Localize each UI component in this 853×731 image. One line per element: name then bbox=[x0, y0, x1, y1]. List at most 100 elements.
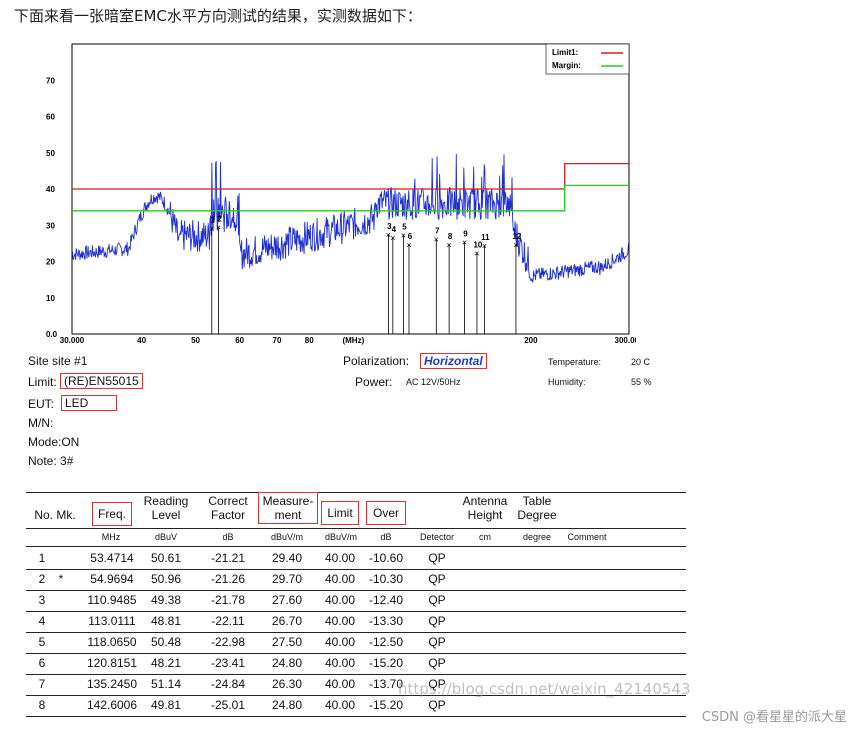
table-row: 2 * 54.9694 50.96 -21.26 29.70 40.00 -10.30 QP bbox=[26, 569, 686, 591]
cell-reading: 49.38 bbox=[150, 593, 182, 607]
marker-label: 4 bbox=[392, 225, 397, 234]
cell-freq: 142.6006 bbox=[86, 698, 138, 712]
marker-label: 8 bbox=[448, 232, 453, 241]
marker-label: 2 bbox=[217, 214, 222, 223]
cell-det: QP bbox=[428, 635, 446, 649]
cell-over: -10.30 bbox=[368, 572, 404, 586]
cell-measure: 29.70 bbox=[271, 572, 303, 586]
marker-cross: × bbox=[513, 240, 518, 250]
temperature-value: 20 C bbox=[631, 357, 651, 367]
cell-measure: 26.30 bbox=[271, 677, 303, 691]
marker-cross: × bbox=[474, 248, 479, 258]
header-rule bbox=[26, 528, 686, 529]
cell-correct: -25.01 bbox=[210, 698, 246, 712]
cell-correct: -24.84 bbox=[210, 677, 246, 691]
unit-label: cm bbox=[479, 532, 491, 542]
cell-correct: -22.11 bbox=[211, 614, 245, 628]
cell-freq: 135.2450 bbox=[86, 677, 138, 691]
marker-label: 12 bbox=[512, 232, 521, 241]
cell-limit: 40.00 bbox=[324, 635, 356, 649]
unit-label: dB bbox=[222, 532, 234, 542]
cell-reading: 51.14 bbox=[150, 677, 182, 691]
cell-det: QP bbox=[428, 572, 446, 586]
eut-value: LED bbox=[61, 395, 117, 411]
legend-label: Limit1: bbox=[552, 48, 578, 57]
limit-label: Limit: bbox=[28, 375, 57, 389]
cell-det: QP bbox=[428, 698, 446, 712]
cell-freq: 53.4714 bbox=[90, 551, 134, 565]
y-tick-label: 30 bbox=[46, 221, 55, 230]
y-tick-label: 40 bbox=[46, 185, 55, 194]
intro-text: 下面来看一张暗室EMC水平方向测试的结果，实测数据如下： bbox=[14, 7, 422, 25]
cell-limit: 40.00 bbox=[324, 551, 356, 565]
cell-reading: 49.81 bbox=[150, 698, 182, 712]
marker-label: 7 bbox=[435, 227, 440, 236]
marker-label: 6 bbox=[408, 232, 413, 241]
table-row: 4 113.0111 48.81 -22.11 26.70 40.00 -13.30 QP bbox=[26, 611, 686, 633]
cell-limit: 40.00 bbox=[324, 593, 356, 607]
unit-label: dB bbox=[380, 532, 392, 542]
cell-limit: 40.00 bbox=[324, 698, 356, 712]
cell-measure: 24.80 bbox=[271, 698, 303, 712]
marker-cross: × bbox=[390, 233, 395, 243]
cell-correct: -21.26 bbox=[210, 572, 246, 586]
unit-label: MHz bbox=[101, 532, 121, 542]
y-tick-label: 60 bbox=[46, 113, 55, 122]
cell-reading: 50.96 bbox=[150, 572, 182, 586]
marker-label: 1 bbox=[211, 215, 216, 224]
header-correct-factor: Correct Factor bbox=[208, 494, 248, 522]
x-tick-label: 60 bbox=[235, 336, 244, 345]
table-top-rule bbox=[26, 492, 686, 493]
cell-correct: -22.98 bbox=[210, 635, 246, 649]
cell-over: -15.20 bbox=[368, 698, 404, 712]
mn-label: M/N: bbox=[28, 416, 54, 430]
cell-freq: 54.9694 bbox=[90, 572, 134, 586]
unit-label: Detector bbox=[419, 532, 454, 542]
eut-label: EUT: bbox=[28, 397, 55, 411]
x-tick-label: 80 bbox=[305, 336, 314, 345]
header-measurement: Measure- ment bbox=[258, 492, 318, 524]
cell-mk: * bbox=[58, 572, 64, 586]
header-limit: Limit bbox=[321, 501, 359, 525]
y-tick-label: 0.0 bbox=[46, 330, 58, 339]
cell-no: 7 bbox=[38, 677, 46, 691]
marker-cross: × bbox=[434, 235, 439, 245]
csdn-credit: CSDN @看星星的派大星 bbox=[701, 710, 847, 725]
units-rule bbox=[26, 546, 686, 547]
cell-measure: 27.60 bbox=[271, 593, 303, 607]
unit-label: degree bbox=[522, 532, 552, 542]
x-tick-label: 30.000 bbox=[60, 336, 85, 345]
x-tick-label: 300.000 bbox=[615, 336, 636, 345]
cell-measure: 29.40 bbox=[271, 551, 303, 565]
cell-limit: 40.00 bbox=[324, 614, 356, 628]
legend-label: Margin: bbox=[552, 61, 581, 70]
cell-reading: 50.61 bbox=[150, 551, 182, 565]
header-antenna-height: Antenna Height bbox=[462, 494, 508, 522]
humidity-value: 55 % bbox=[631, 377, 652, 387]
y-tick-label: 70 bbox=[46, 76, 55, 85]
unit-label: Comment bbox=[567, 532, 607, 542]
emc-chart: × 1 × 2 × 3 × 4 × 5 × 6 × 7 × 8 × 9 × 10 × 11 × 12 0.0 10 20 30 40 5… bbox=[26, 40, 636, 350]
cell-correct: -21.78 bbox=[210, 593, 246, 607]
table-row: 5 118.0650 50.48 -22.98 27.50 40.00 -12.50 QP bbox=[26, 632, 686, 654]
x-tick-label: 200 bbox=[524, 336, 538, 345]
polarization-label: Polarization: bbox=[343, 354, 410, 368]
cell-measure: 24.80 bbox=[271, 656, 303, 670]
marker-label: 5 bbox=[402, 222, 407, 231]
header-freq: Freq. bbox=[92, 502, 132, 526]
cell-reading: 48.21 bbox=[150, 656, 182, 670]
cell-freq: 120.8151 bbox=[86, 656, 138, 670]
cell-det: QP bbox=[428, 656, 446, 670]
header-no-mk: No. Mk. bbox=[34, 508, 76, 522]
mode-label: Mode:ON bbox=[28, 435, 80, 449]
marker-label: 9 bbox=[463, 230, 468, 239]
marker-cross: × bbox=[482, 241, 487, 251]
y-tick-label: 10 bbox=[46, 294, 55, 303]
cell-limit: 40.00 bbox=[324, 677, 356, 691]
header-over: Over bbox=[366, 501, 406, 525]
marker-label: 11 bbox=[481, 233, 490, 242]
table-row: 3 110.9485 49.38 -21.78 27.60 40.00 -12.40 QP bbox=[26, 590, 686, 612]
header-table-degree: Table Degree bbox=[517, 494, 557, 522]
cell-no: 1 bbox=[38, 551, 46, 565]
x-tick-label: 70 bbox=[273, 336, 282, 345]
